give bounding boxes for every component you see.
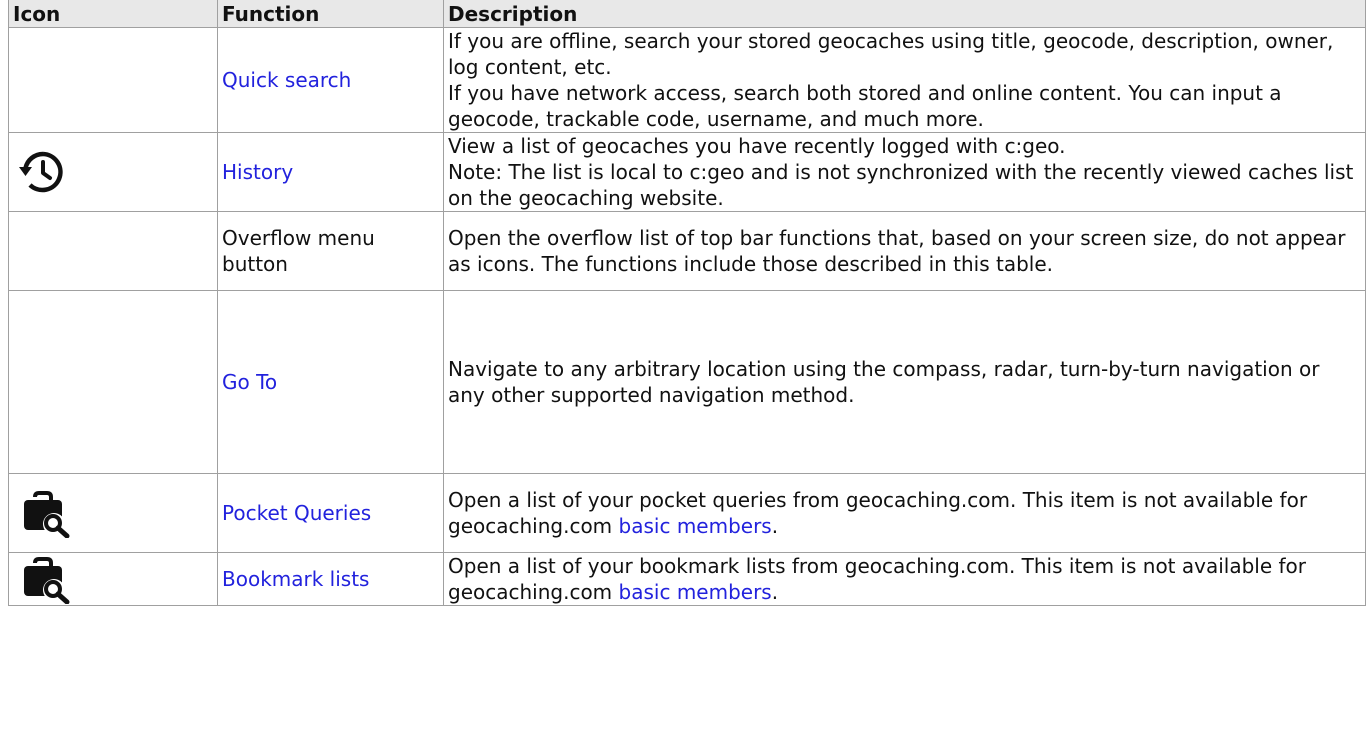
description-cell: Navigate to any arbitrary location using… xyxy=(443,290,1366,474)
description-text: Open the overflow list of top bar functi… xyxy=(448,226,1346,276)
briefcase-search-icon xyxy=(21,554,217,604)
function-cell: Pocket Queries xyxy=(217,473,444,553)
icon-cell-empty xyxy=(8,211,218,291)
description-text: Navigate to any arbitrary location using… xyxy=(448,357,1320,407)
function-cell: Go To xyxy=(217,290,444,474)
icon-cell-empty xyxy=(8,27,218,133)
description-text: If you are offline, search your stored g… xyxy=(448,29,1334,79)
description-text: If you have network access, search both … xyxy=(448,81,1282,131)
header-description: Description xyxy=(443,0,1366,28)
functions-table: Icon Function Description Quick search I… xyxy=(8,0,1366,606)
description-suffix: . xyxy=(771,580,779,604)
function-cell: Overflow menu button xyxy=(217,211,444,291)
description-cell: If you are offline, search your stored g… xyxy=(443,27,1366,133)
icon-cell-empty xyxy=(8,290,218,474)
function-cell: Quick search xyxy=(217,27,444,133)
table-row: Quick search If you are offline, search … xyxy=(8,27,1366,133)
description-text: Open a list of your pocket queries from … xyxy=(448,488,1308,538)
icon-cell xyxy=(8,473,218,553)
description-text: Note: The list is local to c:geo and is … xyxy=(448,160,1354,210)
bookmark-lists-link[interactable]: Bookmark lists xyxy=(222,567,369,591)
description-text: Open a list of your bookmark lists from … xyxy=(448,554,1307,604)
description-cell: Open a list of your pocket queries from … xyxy=(443,473,1366,553)
description-cell: Open a list of your bookmark lists from … xyxy=(443,552,1366,606)
header-function: Function xyxy=(217,0,444,28)
table-row: Go To Navigate to any arbitrary location… xyxy=(8,290,1366,474)
description-cell: Open the overflow list of top bar functi… xyxy=(443,211,1366,291)
quick-search-link[interactable]: Quick search xyxy=(222,68,351,92)
table-row: History View a list of geocaches you hav… xyxy=(8,132,1366,212)
function-cell: History xyxy=(217,132,444,212)
overflow-menu-label: Overflow menu button xyxy=(222,226,375,276)
basic-members-link[interactable]: basic members xyxy=(619,580,772,604)
icon-cell xyxy=(8,552,218,606)
pocket-queries-link[interactable]: Pocket Queries xyxy=(222,501,371,525)
go-to-link[interactable]: Go To xyxy=(222,370,277,394)
function-cell: Bookmark lists xyxy=(217,552,444,606)
basic-members-link[interactable]: basic members xyxy=(619,514,772,538)
table-row: Pocket Queries Open a list of your pocke… xyxy=(8,473,1366,553)
table-header-row: Icon Function Description xyxy=(8,0,1366,28)
table-row: Overflow menu button Open the overflow l… xyxy=(8,211,1366,291)
history-icon xyxy=(19,151,217,193)
table-row: Bookmark lists Open a list of your bookm… xyxy=(8,552,1366,606)
description-cell: View a list of geocaches you have recent… xyxy=(443,132,1366,212)
history-link[interactable]: History xyxy=(222,160,293,184)
description-text: View a list of geocaches you have recent… xyxy=(448,134,1066,158)
description-suffix: . xyxy=(771,514,779,538)
header-icon: Icon xyxy=(8,0,218,28)
icon-cell xyxy=(8,132,218,212)
briefcase-search-icon xyxy=(21,488,217,538)
